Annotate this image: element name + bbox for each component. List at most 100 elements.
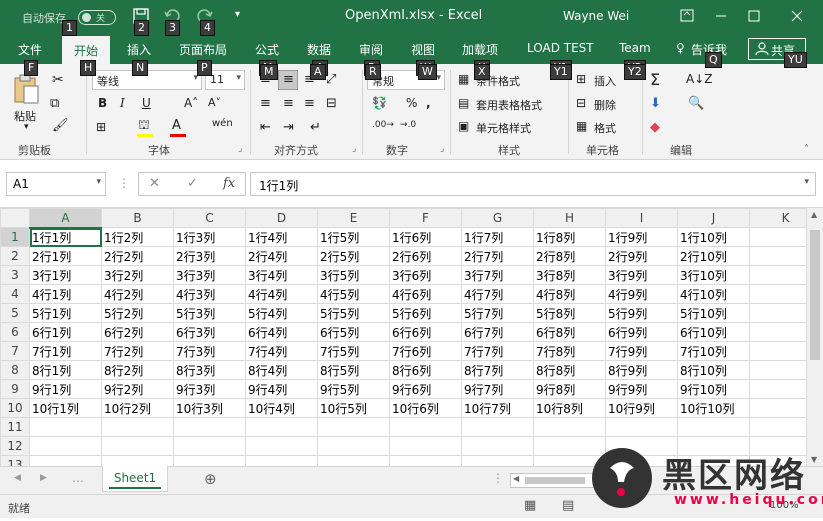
cell[interactable] (101, 455, 174, 466)
cell[interactable] (533, 417, 606, 437)
cell[interactable]: 5行9列 (605, 303, 678, 323)
cell[interactable] (461, 436, 534, 456)
cell[interactable]: 9行3列 (173, 379, 246, 399)
cell[interactable]: 8行4列 (245, 360, 318, 380)
more-sheets-icon[interactable]: … (72, 471, 84, 485)
merge-center-icon[interactable]: ⊟ (326, 96, 337, 111)
insert-cells-label[interactable]: 插入 (594, 73, 616, 89)
cell[interactable]: 4行1列 (29, 284, 102, 304)
underline-icon[interactable]: U (142, 96, 151, 110)
add-sheet-icon[interactable]: ⊕ (204, 470, 217, 488)
cell[interactable]: 2行4列 (245, 246, 318, 266)
column-header-f[interactable]: F (389, 208, 462, 228)
cell[interactable]: 1行9列 (605, 227, 678, 247)
decrease-font-icon[interactable]: A˅ (208, 96, 221, 109)
tab-formulas[interactable]: 公式 (255, 41, 279, 58)
enter-icon[interactable]: ✓ (187, 176, 198, 191)
cell[interactable]: 6行2列 (101, 322, 174, 342)
format-as-table-label[interactable]: 套用表格格式 (476, 97, 542, 113)
cell[interactable]: 3行7列 (461, 265, 534, 285)
cut-icon[interactable]: ✂ (52, 72, 64, 88)
column-header-e[interactable]: E (317, 208, 390, 228)
align-middle-icon[interactable]: ≡ (283, 72, 294, 87)
cell[interactable]: 10行4列 (245, 398, 318, 418)
maximize-icon[interactable] (743, 6, 765, 26)
fill-color-icon[interactable]: ⛫ (138, 118, 150, 135)
cell[interactable]: 6行8列 (533, 322, 606, 342)
cell[interactable]: 8行10列 (677, 360, 750, 380)
cell[interactable]: 3行5列 (317, 265, 390, 285)
wrap-text-icon[interactable]: ↵ (310, 120, 321, 135)
close-icon[interactable] (786, 6, 808, 26)
cell[interactable]: 8行9列 (605, 360, 678, 380)
increase-indent-icon[interactable]: ⇥ (283, 120, 294, 135)
cell[interactable]: 6行9列 (605, 322, 678, 342)
cell[interactable] (389, 455, 462, 466)
cancel-icon[interactable]: ✕ (149, 176, 160, 191)
format-cells-label[interactable]: 格式 (594, 120, 616, 136)
sheet-tab-sheet1[interactable]: Sheet1 (102, 466, 168, 492)
row-header[interactable]: 3 (0, 265, 30, 285)
cell[interactable]: 5行5列 (317, 303, 390, 323)
cell[interactable]: 9行1列 (29, 379, 102, 399)
cell[interactable]: 10行8列 (533, 398, 606, 418)
align-left-icon[interactable]: ≡ (260, 96, 271, 111)
autosum-icon[interactable]: Σ (650, 70, 660, 89)
cell[interactable]: 3行6列 (389, 265, 462, 285)
cell[interactable]: 3行9列 (605, 265, 678, 285)
scroll-thumb[interactable] (810, 230, 820, 360)
cell[interactable]: 1行2列 (101, 227, 174, 247)
row-header[interactable]: 12 (0, 436, 30, 456)
cell[interactable] (461, 417, 534, 437)
select-all-corner[interactable] (0, 208, 30, 228)
align-center-icon[interactable]: ≡ (283, 96, 294, 111)
cell[interactable]: 9行4列 (245, 379, 318, 399)
row-header[interactable]: 7 (0, 341, 30, 361)
cell[interactable]: 2行9列 (605, 246, 678, 266)
cell[interactable] (461, 455, 534, 466)
cell[interactable]: 1行1列 (29, 227, 102, 247)
cell[interactable]: 10行5列 (317, 398, 390, 418)
insert-function-icon[interactable]: fx (223, 176, 235, 191)
tab-data[interactable]: 数据 (307, 41, 331, 58)
horizontal-scroll-thumb[interactable] (525, 477, 585, 484)
worksheet-grid[interactable]: ABCDEFGHIJK 1 1行1列 1行2列 1行3列 1行4列 1行5列 1行6列 1行7… (0, 208, 823, 466)
cell[interactable] (173, 455, 246, 466)
delete-cells-label[interactable]: 删除 (594, 97, 616, 113)
conditional-format-icon[interactable]: ▦ (458, 72, 469, 86)
percent-icon[interactable]: % (406, 96, 417, 110)
minimize-icon[interactable] (710, 6, 732, 26)
increase-decimal-icon[interactable]: .00→ (372, 120, 394, 130)
ribbon-display-options-icon[interactable] (676, 6, 698, 26)
cell[interactable] (677, 417, 750, 437)
cell[interactable]: 5行10列 (677, 303, 750, 323)
expand-formula-bar-icon[interactable]: ▾ (804, 177, 809, 187)
align-right-icon[interactable]: ≡ (304, 96, 315, 111)
cell[interactable]: 2行10列 (677, 246, 750, 266)
cell[interactable] (29, 417, 102, 437)
cell[interactable]: 2行2列 (101, 246, 174, 266)
normal-view-icon[interactable]: ▦ (524, 498, 536, 513)
accounting-format-icon[interactable]: 💱 (372, 96, 387, 110)
name-box[interactable]: A1 ▾ (6, 172, 106, 196)
column-header-g[interactable]: G (461, 208, 534, 228)
autosave-toggle[interactable]: 关 (78, 10, 116, 25)
column-header-c[interactable]: C (173, 208, 246, 228)
cell[interactable]: 9行2列 (101, 379, 174, 399)
cell[interactable]: 9行8列 (533, 379, 606, 399)
row-header[interactable]: 13 (0, 455, 30, 466)
tab-load-test[interactable]: LOAD TEST (527, 41, 594, 55)
cell[interactable]: 1行5列 (317, 227, 390, 247)
paste-icon[interactable] (12, 74, 40, 106)
sort-filter-icon[interactable]: A↓Z (686, 72, 712, 86)
cell[interactable] (245, 417, 318, 437)
cell[interactable]: 1行7列 (461, 227, 534, 247)
cell[interactable]: 10行1列 (29, 398, 102, 418)
cell[interactable]: 2行1列 (29, 246, 102, 266)
cell[interactable]: 8行7列 (461, 360, 534, 380)
delete-cells-icon[interactable]: ⊟ (576, 96, 586, 110)
cell[interactable] (29, 436, 102, 456)
cell[interactable]: 3行2列 (101, 265, 174, 285)
cell[interactable] (101, 417, 174, 437)
alignment-dialog-launcher-icon[interactable]: ⌟ (352, 144, 356, 154)
